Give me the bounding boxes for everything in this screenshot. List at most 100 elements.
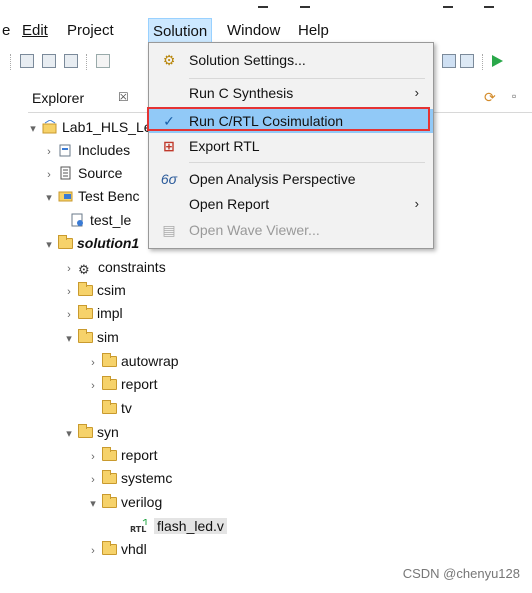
toolbar-separator bbox=[482, 54, 485, 70]
source-icon bbox=[58, 164, 74, 180]
folder-open-icon bbox=[78, 329, 93, 343]
tree-item-project[interactable]: ▾ Lab1_HLS_Le bbox=[26, 116, 152, 140]
chevron-right-icon[interactable]: › bbox=[62, 258, 76, 280]
tree-item-tv[interactable]: tv bbox=[100, 397, 132, 419]
chevron-right-icon[interactable]: › bbox=[42, 164, 56, 186]
tree-item-impl[interactable]: › impl bbox=[62, 302, 123, 324]
tree-item-csim[interactable]: › csim bbox=[62, 279, 126, 301]
menu-solution-label: Solution bbox=[153, 23, 208, 40]
folder-icon bbox=[102, 376, 117, 390]
tree-item-label: csim bbox=[97, 282, 126, 298]
menu-item-run-csynth[interactable]: Run C Synthesis › bbox=[149, 80, 433, 106]
tree-item-label: Test Benc bbox=[78, 188, 140, 204]
menu-window[interactable]: Window bbox=[227, 22, 280, 39]
tree-item-label: Lab1_HLS_Le bbox=[62, 119, 152, 135]
tree-item-vhdl[interactable]: › vhdl bbox=[86, 538, 147, 560]
chevron-right-icon[interactable]: › bbox=[86, 469, 100, 491]
tree-item-test-file[interactable]: test_le bbox=[68, 209, 131, 231]
rtl-badge: RTL bbox=[130, 525, 146, 533]
chevron-down-icon[interactable]: ▾ bbox=[26, 118, 40, 140]
tree-item-flash-led[interactable]: RTL flash_led.v bbox=[128, 515, 227, 537]
tree-item-includes[interactable]: › Includes bbox=[42, 139, 130, 161]
cut-icon[interactable] bbox=[96, 54, 110, 68]
save-as-icon[interactable] bbox=[64, 54, 78, 68]
tree-item-label: impl bbox=[97, 305, 123, 321]
folder-icon bbox=[78, 282, 93, 296]
menu-partial[interactable]: e bbox=[2, 22, 10, 39]
chevron-right-icon[interactable]: › bbox=[62, 281, 76, 303]
menu-item-label: Open Report bbox=[189, 196, 270, 212]
debug-icon[interactable] bbox=[442, 54, 456, 68]
chevron-down-icon[interactable]: ▾ bbox=[62, 328, 76, 350]
tree-item-label: Source bbox=[78, 165, 123, 181]
tree-item-systemc[interactable]: › systemc bbox=[86, 467, 172, 489]
tree-item-test-bench[interactable]: ▾ Test Benc bbox=[42, 185, 139, 207]
menu-item-open-wave-viewer[interactable]: ▤ Open Wave Viewer... bbox=[149, 217, 433, 243]
chevron-right-icon[interactable]: › bbox=[86, 446, 100, 468]
settings-icon: ⚙ bbox=[162, 52, 176, 68]
close-icon[interactable]: ☒ bbox=[118, 90, 129, 104]
tree-item-sim-report[interactable]: › report bbox=[86, 373, 158, 395]
gear-icon: ⚙ bbox=[78, 262, 90, 277]
folder-icon bbox=[102, 447, 117, 461]
console-icon[interactable] bbox=[460, 54, 474, 68]
chevron-right-icon[interactable]: › bbox=[86, 540, 100, 562]
tree-item-label: systemc bbox=[121, 470, 173, 486]
folder-icon bbox=[102, 470, 117, 484]
tree-item-label: test_le bbox=[90, 212, 132, 228]
tree-item-source[interactable]: › Source bbox=[42, 162, 122, 184]
tree-item-sim[interactable]: ▾ sim bbox=[62, 326, 119, 348]
menu-edit[interactable]: Edit bbox=[22, 22, 48, 39]
tree-item-syn-report[interactable]: › report bbox=[86, 444, 158, 466]
folder-open-icon bbox=[102, 494, 117, 508]
rtl-file-icon: RTL bbox=[130, 517, 150, 534]
solution-menu: ⚙ Solution Settings... Run C Synthesis ›… bbox=[148, 42, 434, 249]
highlight-box bbox=[147, 107, 430, 131]
tree-item-solution1[interactable]: ▾ solution1 bbox=[42, 232, 139, 254]
top-dash bbox=[443, 6, 453, 8]
menu-edit-label: Edit bbox=[22, 22, 48, 39]
submenu-arrow-icon: › bbox=[414, 196, 419, 211]
view-menu-icon[interactable]: ▫ bbox=[512, 89, 526, 103]
folder-icon bbox=[102, 400, 117, 414]
top-dash bbox=[300, 6, 310, 8]
explorer-tab-label: Explorer bbox=[32, 90, 85, 106]
chevron-down-icon[interactable]: ▾ bbox=[86, 493, 100, 515]
tree-item-label: solution1 bbox=[77, 235, 140, 251]
menu-item-export-rtl[interactable]: ⊞ Export RTL bbox=[149, 133, 433, 159]
chevron-right-icon[interactable]: › bbox=[86, 375, 100, 397]
menu-item-solution-settings[interactable]: ⚙ Solution Settings... bbox=[149, 47, 433, 73]
sync-icon[interactable]: ⟳ bbox=[484, 89, 500, 105]
chevron-right-icon[interactable]: › bbox=[86, 352, 100, 374]
run-icon[interactable] bbox=[490, 54, 504, 68]
toolbar-separator bbox=[86, 54, 89, 70]
tree-item-syn[interactable]: ▾ syn bbox=[62, 421, 119, 443]
file-icon bbox=[70, 211, 86, 227]
tree-item-constraints[interactable]: › ⚙ constraints bbox=[62, 256, 166, 278]
menu-item-label: Run C Synthesis bbox=[189, 85, 294, 101]
menu-item-open-analysis[interactable]: 6σ Open Analysis Perspective bbox=[149, 166, 433, 192]
menu-item-open-report[interactable]: Open Report › bbox=[149, 191, 433, 217]
chevron-right-icon[interactable]: › bbox=[62, 304, 76, 326]
menu-help-label: Help bbox=[298, 22, 329, 39]
save-all-icon[interactable] bbox=[42, 54, 56, 68]
tree-item-label: autowrap bbox=[121, 353, 179, 369]
menu-project[interactable]: Project bbox=[67, 22, 114, 39]
chevron-down-icon[interactable]: ▾ bbox=[62, 423, 76, 445]
menu-item-label: Export RTL bbox=[189, 138, 260, 154]
menu-window-label: Window bbox=[227, 22, 281, 39]
tree-item-label: constraints bbox=[98, 259, 166, 275]
menu-item-label: Open Analysis Perspective bbox=[189, 171, 356, 187]
export-icon: ⊞ bbox=[163, 138, 175, 154]
wave-viewer-icon: ▤ bbox=[162, 222, 176, 238]
tree-item-label: flash_led.v bbox=[154, 518, 227, 534]
menu-help[interactable]: Help bbox=[298, 22, 329, 39]
chevron-right-icon[interactable]: › bbox=[42, 141, 56, 163]
save-icon[interactable] bbox=[20, 54, 34, 68]
tree-item-verilog[interactable]: ▾ verilog bbox=[86, 491, 162, 513]
chevron-down-icon[interactable]: ▾ bbox=[42, 187, 56, 209]
tree-item-autowrap[interactable]: › autowrap bbox=[86, 350, 179, 372]
submenu-arrow-icon: › bbox=[414, 85, 419, 100]
menu-project-label: Project bbox=[67, 22, 114, 39]
chevron-down-icon[interactable]: ▾ bbox=[42, 234, 56, 256]
